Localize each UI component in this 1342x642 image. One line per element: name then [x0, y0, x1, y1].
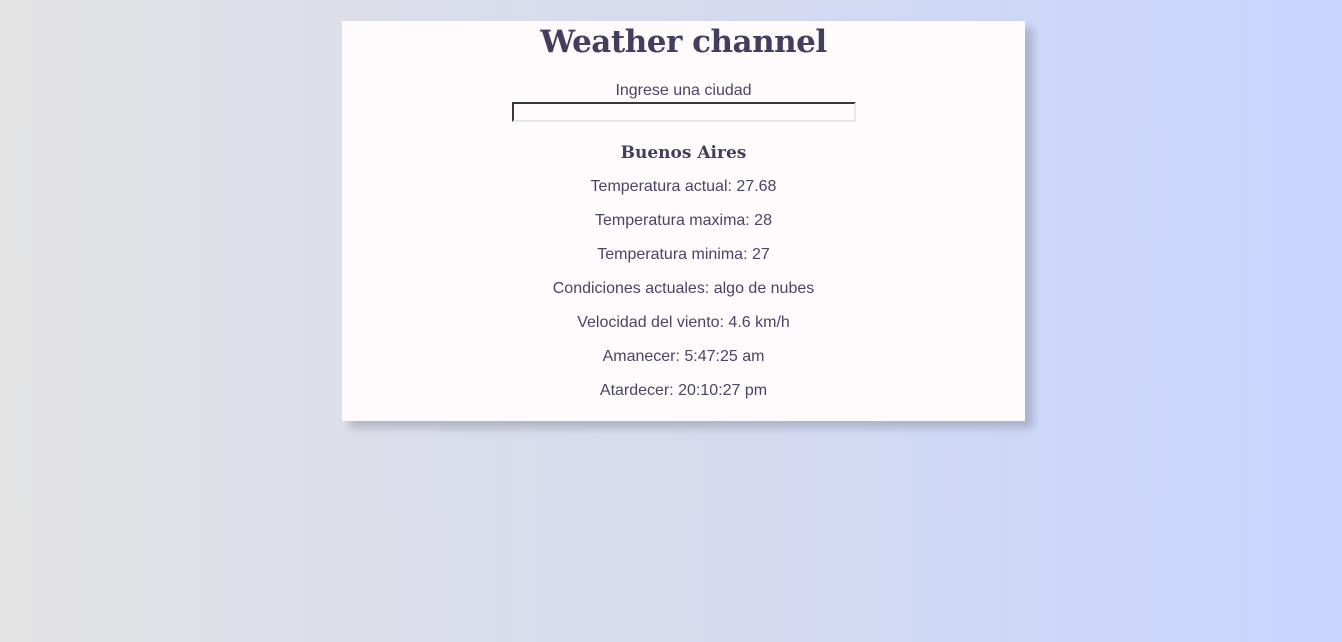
min-temperature: Temperatura minima: 27 [597, 246, 770, 263]
weather-card: Weather channel Ingrese una ciudad Bueno… [342, 21, 1025, 421]
current-temperature: Temperatura actual: 27.68 [590, 178, 777, 195]
sunset-time: Atardecer: 20:10:27 pm [599, 382, 768, 399]
current-conditions: Condiciones actuales: algo de nubes [552, 280, 815, 297]
wind-speed: Velocidad del viento: 4.6 km/h [577, 314, 790, 331]
page-title: Weather channel [540, 24, 827, 60]
city-search-input[interactable] [511, 102, 856, 122]
city-search-label: Ingrese una ciudad [615, 82, 752, 99]
sunrise-time: Amanecer: 5:47:25 am [602, 348, 765, 365]
city-name: Buenos Aires [620, 143, 747, 163]
max-temperature: Temperatura maxima: 28 [595, 212, 772, 229]
